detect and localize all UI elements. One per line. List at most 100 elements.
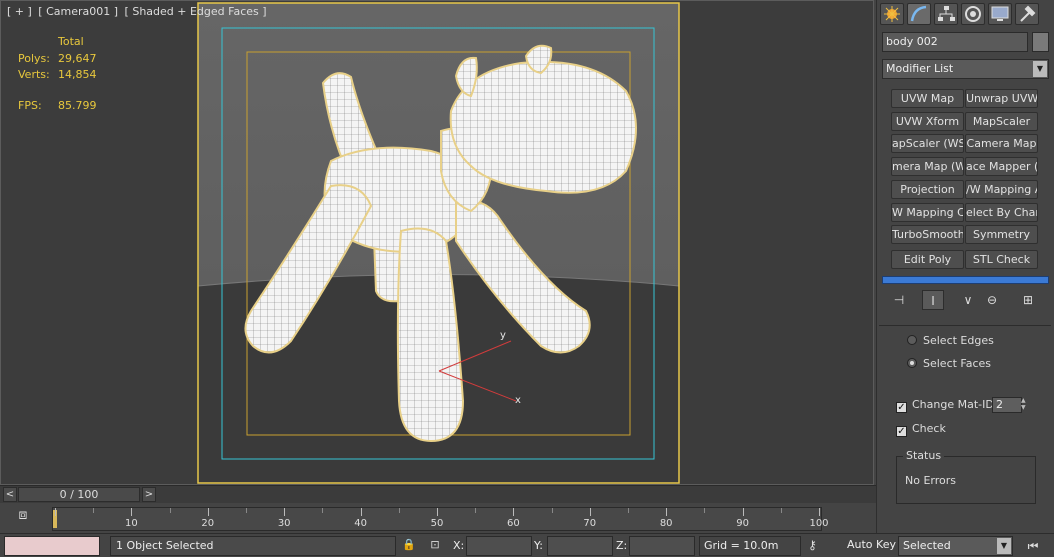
auto-key-button[interactable]: Auto Key [847,538,896,551]
track-tick [704,508,706,513]
pin-stack-icon[interactable]: ⊣ [888,290,910,310]
status-bar: 1 Object Selected 🔒 ⊡ X: Y: Z: Grid = 10… [0,533,1054,557]
track-tick [360,508,362,516]
chevron-down-icon: ▼ [997,538,1011,554]
track-tick [780,508,782,513]
track-tick [666,508,668,516]
go-to-start-icon[interactable]: ⏮ [1020,536,1046,556]
select-edges-option[interactable]: Select Edges [907,334,994,347]
track-tick-label: 30 [277,518,291,529]
track-bar[interactable]: 10 20 30 40 50 60 70 80 90 100 [52,507,829,531]
time-slider-row: < 0 / 100 > [0,485,876,503]
set-key-icon[interactable]: ⚷ [808,538,836,554]
track-tick [398,508,400,513]
matid-spinner-field[interactable]: 2 [992,397,1022,413]
hierarchy-tab[interactable] [934,3,958,25]
modifier-button[interactable]: Symmetry [965,225,1038,244]
modifier-button[interactable]: elect By Chann [965,203,1038,222]
modifier-list-label: Modifier List [886,62,954,75]
track-tick [322,508,324,513]
track-tick-label: 60 [507,518,520,529]
display-tab[interactable] [988,3,1012,25]
y-coord-field[interactable] [547,536,613,556]
check-checkbox[interactable]: ✓ Check [896,422,946,437]
object-color-swatch[interactable] [1032,32,1049,52]
modifier-button[interactable]: Unwrap UVW [965,89,1038,108]
x-coord-label: X: [453,539,465,552]
modify-icon [910,5,927,22]
motion-tab[interactable] [961,3,985,25]
configure-sets-icon[interactable]: ⊞ [1017,290,1039,310]
modifier-button[interactable]: apScaler (WSM [891,134,964,153]
viewport-camera-menu[interactable]: [ Camera001 ] [38,5,118,18]
select-faces-option[interactable]: Select Faces [907,357,991,370]
change-matid-label: Change Mat-ID [912,398,994,411]
transform-mode-icon[interactable]: ⊡ [428,538,442,552]
create-tab[interactable] [880,3,904,25]
modify-tab[interactable] [907,3,931,25]
y-coord-label: Y: [534,539,543,552]
select-edges-label: Select Edges [923,334,994,347]
maxscript-listener[interactable] [4,536,100,556]
modifier-button[interactable]: mera Map (WS [891,157,964,176]
modifier-button[interactable]: MapScaler [965,112,1038,131]
modifier-button[interactable]: ace Mapper (W [965,157,1038,176]
modifier-button[interactable]: UVW Xform [891,112,964,131]
verts-label: Verts: [18,68,50,81]
modifier-button[interactable]: W Mapping Cle [891,203,964,222]
remove-modifier-icon[interactable]: ⊖ [981,290,1003,310]
utilities-tab[interactable] [1015,3,1039,25]
verts-value: 14,854 [58,68,97,81]
modifier-button[interactable]: Camera Map [965,134,1038,153]
modifier-list-dropdown[interactable]: Modifier List ▼ [882,59,1049,79]
axis-y-label: y [500,330,506,341]
command-panel: body 002 Modifier List ▼ UVW Map Unwrap … [876,0,1054,557]
track-tick-label: 20 [201,518,215,529]
key-filter-value: Selected [903,539,951,552]
change-matid-checkbox[interactable]: ✓ Change Mat-ID [896,398,994,413]
z-coord-label: Z: [616,539,628,552]
viewport-label-menu[interactable]: [ + ] [ Camera001 ] [ Shaded + Edged Fac… [7,5,270,18]
polys-label: Polys: [18,52,50,65]
track-tick [437,508,438,516]
modifier-button[interactable]: TurboSmooth [891,225,964,244]
track-tick [131,508,133,516]
hierarchy-icon [938,6,955,21]
next-frame-button[interactable]: > [142,487,156,502]
track-tick [55,508,56,516]
track-tick-label: 70 [583,518,597,529]
modifier-stack-list[interactable] [882,276,1049,284]
track-tick-label: 10 [125,518,138,529]
viewport-plus-menu[interactable]: [ + ] [7,5,32,18]
track-tick [513,508,515,516]
stats-header: Total [58,35,84,48]
axis-z-label: z [437,266,442,277]
modifier-button[interactable]: STL Check [965,250,1038,269]
display-icon [991,6,1009,21]
create-icon [884,6,900,22]
z-coord-field[interactable] [629,536,695,556]
object-name-field[interactable]: body 002 [882,32,1028,52]
track-tick-label: 80 [659,518,673,529]
track-tick [589,508,591,516]
fps-label: FPS: [18,99,42,112]
modifier-button[interactable]: /W Mapping Ac [965,180,1038,199]
track-tick [93,508,95,513]
show-end-result-icon[interactable]: I [922,290,944,310]
previous-frame-button[interactable]: < [3,487,17,502]
modifier-button[interactable]: UVW Map [891,89,964,108]
camera-viewport[interactable]: z y x [ + ] [ Camera001 ] [ Shaded + Edg… [0,0,874,485]
key-filter-dropdown[interactable]: Selected ▼ [898,536,1013,556]
make-unique-icon[interactable]: ∨ [957,290,979,310]
modifier-button[interactable]: Edit Poly [891,250,964,269]
spinner-arrows-icon[interactable]: ▲ ▼ [1021,397,1029,413]
x-coord-field[interactable] [466,536,532,556]
viewport-shading-menu[interactable]: [ Shaded + Edged Faces ] [125,5,267,18]
track-tick [819,508,820,516]
modifier-button[interactable]: Projection [891,180,964,199]
curve-editor-icon[interactable]: ⧈ [8,507,38,529]
lock-icon[interactable]: 🔒 [402,538,416,552]
time-slider[interactable]: 0 / 100 [18,487,140,502]
track-tick [284,508,286,516]
select-faces-label: Select Faces [923,357,992,370]
